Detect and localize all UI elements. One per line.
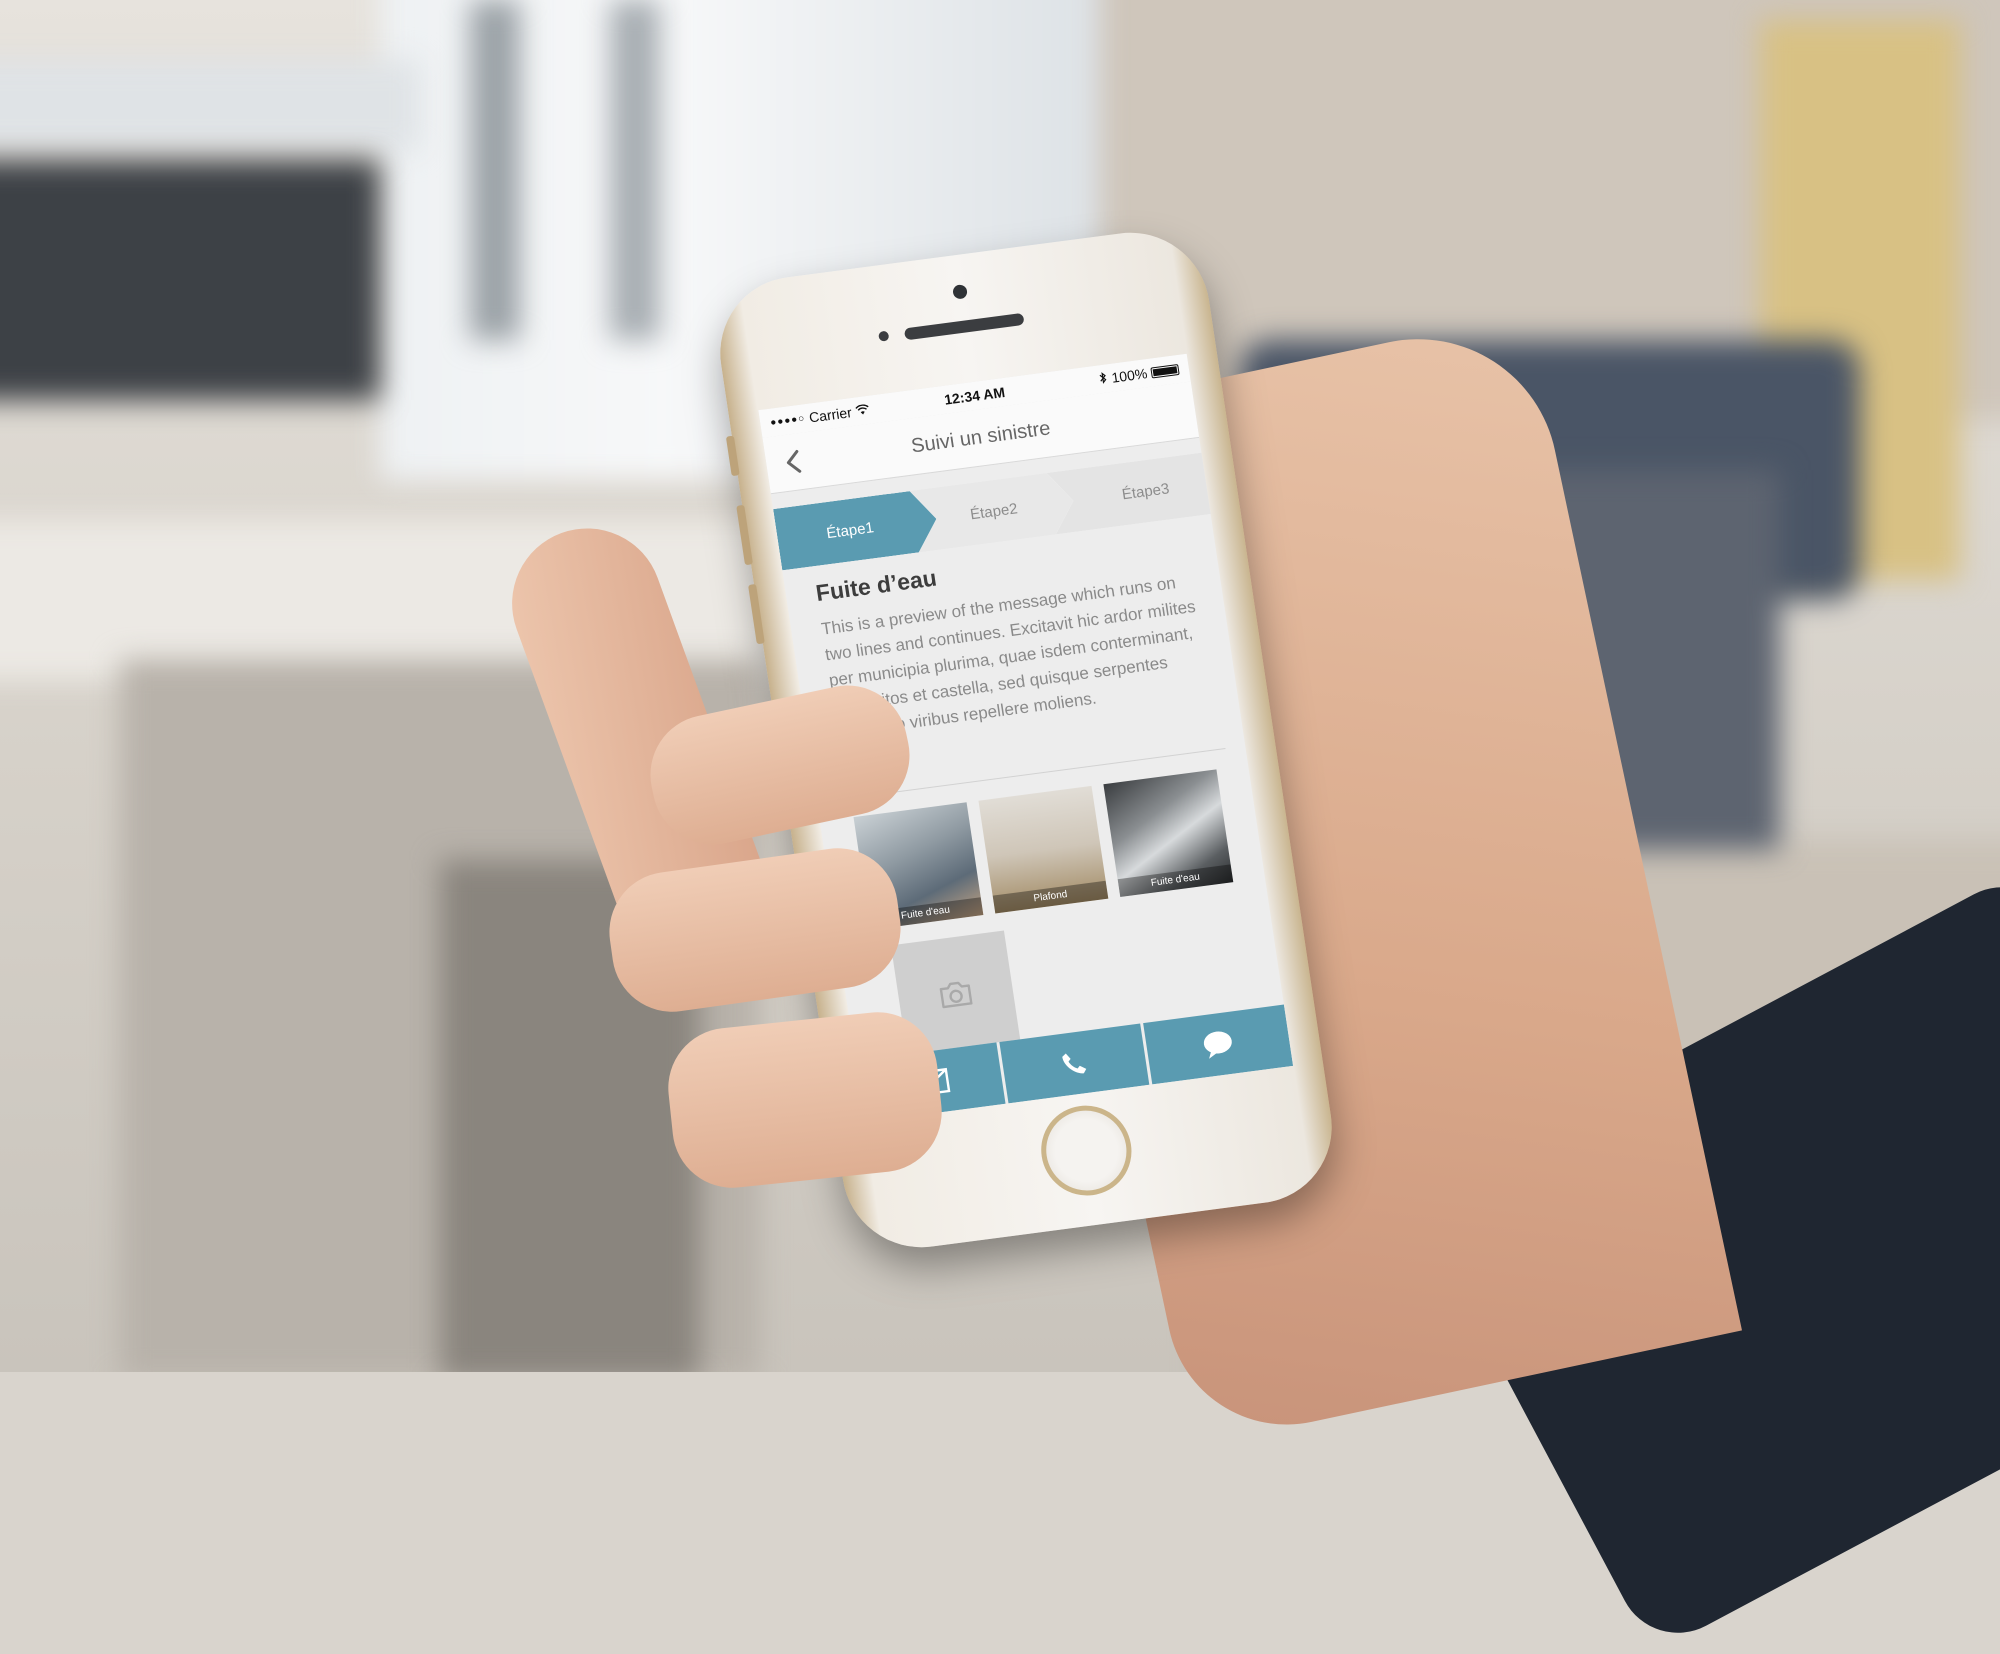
- proximity-sensor: [878, 330, 890, 342]
- photo-caption-3: Fuite d'eau: [1117, 864, 1234, 898]
- step-3-label: Étape3: [1120, 479, 1171, 503]
- front-camera: [952, 284, 969, 300]
- photo-thumbnail-2[interactable]: Plafond: [978, 785, 1109, 914]
- status-right: 100%: [1099, 361, 1181, 387]
- camera-icon: [939, 981, 973, 1009]
- step-1-label: Étape1: [825, 518, 875, 542]
- home-button: [1035, 1100, 1138, 1201]
- bluetooth-icon: [1099, 370, 1109, 387]
- photo-thumbnail-3[interactable]: Fuite d'eau: [1103, 769, 1234, 898]
- call-button[interactable]: [999, 1023, 1150, 1104]
- battery-percentage: 100%: [1110, 365, 1149, 386]
- phone-icon: [1062, 1053, 1087, 1074]
- step-2-tab[interactable]: Étape2: [910, 470, 1078, 552]
- chat-button[interactable]: [1143, 1004, 1294, 1085]
- step-3-tab[interactable]: Étape3: [1047, 452, 1215, 534]
- photo-caption-2: Plafond: [992, 880, 1109, 914]
- chat-bubble-icon: [1203, 1031, 1232, 1059]
- hand-finger-3: [662, 1006, 948, 1194]
- photo-gallery: Fuite d'eau Plafond Fuite d'eau: [853, 769, 1234, 1059]
- earpiece-speaker: [903, 312, 1025, 341]
- step-1-tab[interactable]: Étape1: [773, 488, 941, 570]
- step-2-label: Étape2: [969, 499, 1019, 523]
- battery-icon: [1150, 363, 1180, 379]
